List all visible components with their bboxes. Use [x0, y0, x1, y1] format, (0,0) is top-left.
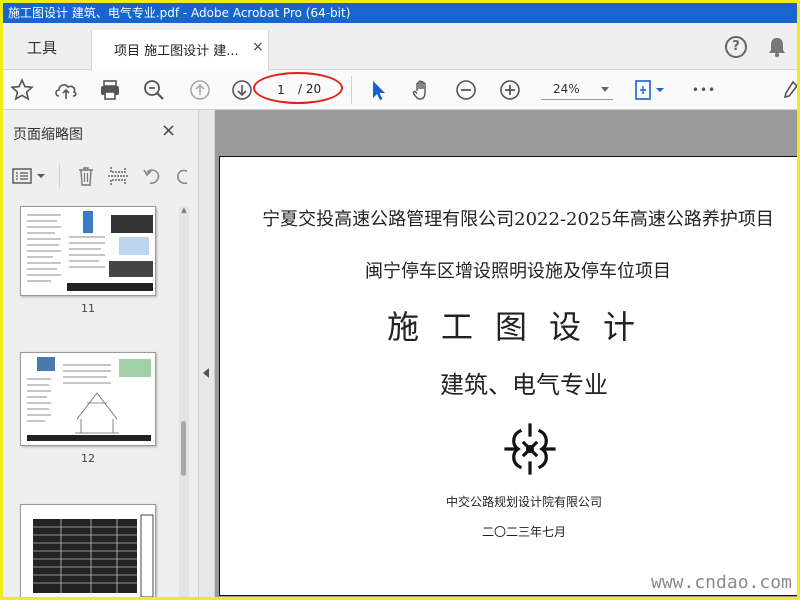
- document-viewer: 宁夏交投高速公路管理有限公司2022-2025年高速公路养护项目 闽宁停车区增设…: [215, 110, 797, 597]
- app-window: 施工图设计 建筑、电气专业.pdf - Adobe Acrobat Pro (6…: [3, 3, 797, 597]
- thumbnail-page-11-label: 11: [81, 302, 95, 315]
- next-page-icon[interactable]: [229, 77, 255, 103]
- panel-splitter[interactable]: [199, 110, 215, 597]
- panel-toolbar: [3, 160, 199, 192]
- zoom-in-icon[interactable]: [497, 77, 523, 103]
- thumbnail-page-11[interactable]: [20, 206, 156, 296]
- tab-document-label: 项目 施工图设计 建...: [114, 44, 239, 59]
- zoom-dropdown[interactable]: 24%: [541, 80, 613, 100]
- tab-bar: 工具 项目 施工图设计 建... × ?: [3, 23, 797, 71]
- previous-page-icon[interactable]: [187, 77, 213, 103]
- rotate-right-icon[interactable]: [173, 163, 189, 189]
- tab-document[interactable]: 项目 施工图设计 建... ×: [91, 30, 269, 71]
- design-company: 中交公路规划设计院有限公司: [445, 495, 602, 509]
- panel-close-icon[interactable]: ×: [161, 120, 176, 141]
- scrollbar-thumb[interactable]: [181, 421, 186, 476]
- company-logo: [502, 421, 558, 481]
- scroll-up-arrow-icon[interactable]: ▲: [179, 206, 189, 214]
- bookmark-star-icon[interactable]: [9, 77, 35, 103]
- help-icon[interactable]: ?: [725, 36, 747, 58]
- thumbnail-page-13-preview: [33, 514, 154, 597]
- panel-divider: [59, 164, 60, 188]
- thumbnail-page-11-preview: [27, 211, 153, 291]
- options-menu-icon[interactable]: [11, 163, 47, 189]
- collapse-panel-arrow-icon[interactable]: [203, 368, 209, 378]
- site-watermark: www.cndao.com: [651, 572, 792, 593]
- thumbnail-panel: 页面缩略图 × 11 12 ▲: [3, 110, 199, 597]
- thumbnail-scrollbar[interactable]: ▲: [179, 206, 189, 597]
- zoom-out-icon[interactable]: [453, 77, 479, 103]
- thumbnail-page-12[interactable]: [20, 352, 156, 446]
- rotate-left-icon[interactable]: [139, 163, 165, 189]
- select-cursor-icon[interactable]: [365, 77, 391, 103]
- thumbnail-page-12-preview: [27, 357, 151, 441]
- tab-tools[interactable]: 工具: [27, 37, 57, 58]
- project-owner-title: 宁夏交投高速公路管理有限公司2022-2025年高速公路养护项目: [262, 209, 774, 230]
- search-zoom-icon[interactable]: [141, 77, 167, 103]
- panel-title: 页面缩略图: [13, 127, 83, 143]
- thumbnail-page-13[interactable]: [20, 504, 156, 597]
- window-title: 施工图设计 建筑、电气专业.pdf - Adobe Acrobat Pro (6…: [8, 6, 351, 20]
- print-icon[interactable]: [97, 77, 123, 103]
- page-navigator: / 20: [268, 80, 332, 100]
- discipline-subtitle: 建筑、电气专业: [440, 371, 608, 399]
- bell-icon[interactable]: [767, 36, 787, 62]
- page-total: / 20: [298, 82, 322, 96]
- main-toolbar: / 20 24% •••: [3, 70, 797, 110]
- upload-cloud-icon[interactable]: [53, 77, 79, 103]
- toolbar-divider: [351, 76, 352, 104]
- split-page-icon[interactable]: [105, 163, 131, 189]
- thumbnail-page-12-label: 12: [81, 452, 95, 465]
- delete-trash-icon[interactable]: [73, 163, 99, 189]
- chevron-down-icon: [601, 87, 609, 92]
- title-bar: 施工图设计 建筑、电气专业.pdf - Adobe Acrobat Pro (6…: [3, 3, 797, 23]
- tab-close-icon[interactable]: ×: [252, 39, 264, 55]
- page-number-input[interactable]: [268, 80, 294, 100]
- hand-tool-icon[interactable]: [409, 77, 435, 103]
- thumbnail-list: 11 12: [3, 202, 179, 597]
- zoom-value: 24%: [553, 82, 580, 96]
- more-options-icon[interactable]: •••: [689, 77, 719, 103]
- document-date: 二〇二三年七月: [481, 525, 566, 539]
- document-type-title: 施工图设计: [386, 308, 657, 346]
- pdf-page: 宁夏交投高速公路管理有限公司2022-2025年高速公路养护项目 闽宁停车区增设…: [219, 156, 797, 596]
- project-name: 闽宁停车区增设照明设施及停车位项目: [365, 261, 671, 282]
- edit-pen-icon[interactable]: [783, 77, 797, 103]
- page-fit-icon[interactable]: [631, 77, 669, 103]
